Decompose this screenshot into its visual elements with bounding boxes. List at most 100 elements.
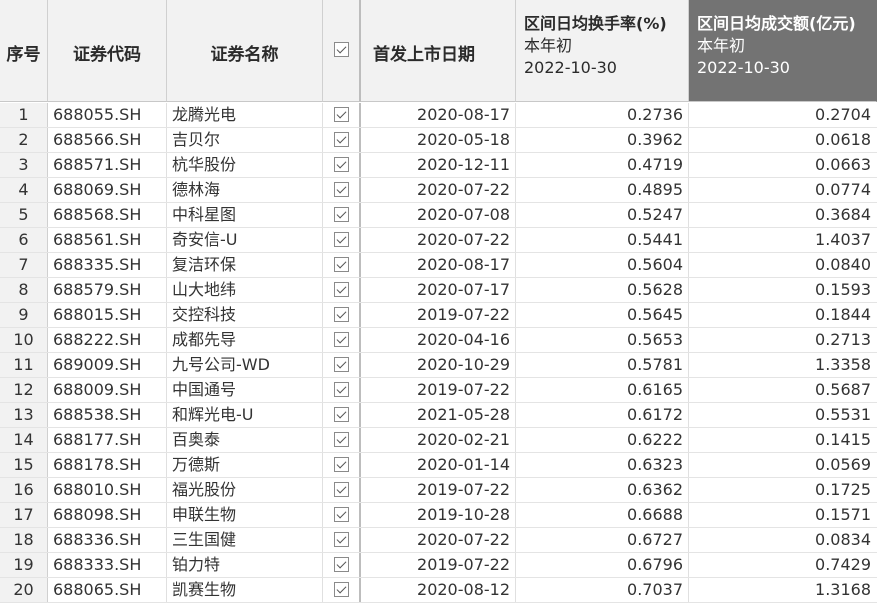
security-name[interactable]: 中科星图 bbox=[167, 203, 323, 227]
security-name[interactable]: 中国通号 bbox=[167, 378, 323, 402]
security-code[interactable]: 688538.SH bbox=[48, 403, 167, 427]
security-code[interactable]: 688010.SH bbox=[48, 478, 167, 502]
security-code[interactable]: 688069.SH bbox=[48, 178, 167, 202]
row-select-cell[interactable] bbox=[323, 228, 361, 252]
header-code[interactable]: 证券代码 bbox=[48, 0, 167, 102]
table-row[interactable]: 5 688568.SH 中科星图 2020-07-08 0.5247 0.3684 bbox=[0, 203, 877, 228]
security-name[interactable]: 凯赛生物 bbox=[167, 578, 323, 602]
security-name[interactable]: 德林海 bbox=[167, 178, 323, 202]
security-code[interactable]: 688098.SH bbox=[48, 503, 167, 527]
row-select-cell[interactable] bbox=[323, 428, 361, 452]
row-select-cell[interactable] bbox=[323, 103, 361, 127]
header-amount[interactable]: 区间日均成交额(亿元) 本年初 2022-10-30 bbox=[689, 0, 877, 102]
security-code[interactable]: 688579.SH bbox=[48, 278, 167, 302]
select-all-checkbox-icon[interactable] bbox=[334, 42, 349, 57]
table-row[interactable]: 9 688015.SH 交控科技 2019-07-22 0.5645 0.1844 bbox=[0, 303, 877, 328]
table-row[interactable]: 16 688010.SH 福光股份 2019-07-22 0.6362 0.1725 bbox=[0, 478, 877, 503]
table-row[interactable]: 20 688065.SH 凯赛生物 2020-08-12 0.7037 1.3168 bbox=[0, 578, 877, 603]
row-select-cell[interactable] bbox=[323, 453, 361, 477]
security-name[interactable]: 山大地纬 bbox=[167, 278, 323, 302]
security-name[interactable]: 交控科技 bbox=[167, 303, 323, 327]
row-select-cell[interactable] bbox=[323, 553, 361, 577]
row-checkbox-icon[interactable] bbox=[334, 357, 349, 372]
row-checkbox-icon[interactable] bbox=[334, 457, 349, 472]
table-row[interactable]: 8 688579.SH 山大地纬 2020-07-17 0.5628 0.1593 bbox=[0, 278, 877, 303]
table-row[interactable]: 2 688566.SH 吉贝尔 2020-05-18 0.3962 0.0618 bbox=[0, 128, 877, 153]
security-name[interactable]: 百奥泰 bbox=[167, 428, 323, 452]
security-code[interactable]: 688065.SH bbox=[48, 578, 167, 602]
security-name[interactable]: 成都先导 bbox=[167, 328, 323, 352]
row-checkbox-icon[interactable] bbox=[334, 557, 349, 572]
security-code[interactable]: 688009.SH bbox=[48, 378, 167, 402]
row-select-cell[interactable] bbox=[323, 328, 361, 352]
row-checkbox-icon[interactable] bbox=[334, 582, 349, 597]
row-select-cell[interactable] bbox=[323, 503, 361, 527]
header-name[interactable]: 证券名称 bbox=[167, 0, 323, 102]
row-checkbox-icon[interactable] bbox=[334, 332, 349, 347]
row-checkbox-icon[interactable] bbox=[334, 282, 349, 297]
security-code[interactable]: 688015.SH bbox=[48, 303, 167, 327]
security-code[interactable]: 688561.SH bbox=[48, 228, 167, 252]
row-checkbox-icon[interactable] bbox=[334, 182, 349, 197]
security-code[interactable]: 688566.SH bbox=[48, 128, 167, 152]
row-select-cell[interactable] bbox=[323, 253, 361, 277]
row-select-cell[interactable] bbox=[323, 128, 361, 152]
row-checkbox-icon[interactable] bbox=[334, 107, 349, 122]
row-checkbox-icon[interactable] bbox=[334, 207, 349, 222]
row-select-cell[interactable] bbox=[323, 353, 361, 377]
security-name[interactable]: 三生国健 bbox=[167, 528, 323, 552]
security-name[interactable]: 申联生物 bbox=[167, 503, 323, 527]
table-row[interactable]: 3 688571.SH 杭华股份 2020-12-11 0.4719 0.0663 bbox=[0, 153, 877, 178]
row-checkbox-icon[interactable] bbox=[334, 232, 349, 247]
table-row[interactable]: 7 688335.SH 复洁环保 2020-08-17 0.5604 0.0840 bbox=[0, 253, 877, 278]
security-code[interactable]: 688335.SH bbox=[48, 253, 167, 277]
table-row[interactable]: 17 688098.SH 申联生物 2019-10-28 0.6688 0.1571 bbox=[0, 503, 877, 528]
security-name[interactable]: 和辉光电-U bbox=[167, 403, 323, 427]
security-name[interactable]: 龙腾光电 bbox=[167, 103, 323, 127]
table-row[interactable]: 10 688222.SH 成都先导 2020-04-16 0.5653 0.2713 bbox=[0, 328, 877, 353]
table-row[interactable]: 15 688178.SH 万德斯 2020-01-14 0.6323 0.0569 bbox=[0, 453, 877, 478]
security-code[interactable]: 688177.SH bbox=[48, 428, 167, 452]
security-name[interactable]: 吉贝尔 bbox=[167, 128, 323, 152]
row-select-cell[interactable] bbox=[323, 528, 361, 552]
header-select-all[interactable] bbox=[323, 0, 361, 102]
header-list-date[interactable]: 首发上市日期 bbox=[361, 0, 516, 102]
row-select-cell[interactable] bbox=[323, 578, 361, 602]
security-code[interactable]: 689009.SH bbox=[48, 353, 167, 377]
row-select-cell[interactable] bbox=[323, 303, 361, 327]
security-code[interactable]: 688055.SH bbox=[48, 103, 167, 127]
row-checkbox-icon[interactable] bbox=[334, 257, 349, 272]
security-name[interactable]: 复洁环保 bbox=[167, 253, 323, 277]
security-code[interactable]: 688333.SH bbox=[48, 553, 167, 577]
security-code[interactable]: 688336.SH bbox=[48, 528, 167, 552]
row-select-cell[interactable] bbox=[323, 178, 361, 202]
security-name[interactable]: 铂力特 bbox=[167, 553, 323, 577]
row-checkbox-icon[interactable] bbox=[334, 307, 349, 322]
security-name[interactable]: 九号公司-WD bbox=[167, 353, 323, 377]
row-select-cell[interactable] bbox=[323, 478, 361, 502]
row-select-cell[interactable] bbox=[323, 278, 361, 302]
header-index[interactable]: 序号 bbox=[0, 0, 48, 102]
security-code[interactable]: 688222.SH bbox=[48, 328, 167, 352]
table-row[interactable]: 6 688561.SH 奇安信-U 2020-07-22 0.5441 1.4037 bbox=[0, 228, 877, 253]
row-checkbox-icon[interactable] bbox=[334, 382, 349, 397]
row-checkbox-icon[interactable] bbox=[334, 407, 349, 422]
row-select-cell[interactable] bbox=[323, 378, 361, 402]
security-name[interactable]: 万德斯 bbox=[167, 453, 323, 477]
table-row[interactable]: 4 688069.SH 德林海 2020-07-22 0.4895 0.0774 bbox=[0, 178, 877, 203]
row-checkbox-icon[interactable] bbox=[334, 482, 349, 497]
row-checkbox-icon[interactable] bbox=[334, 432, 349, 447]
table-row[interactable]: 12 688009.SH 中国通号 2019-07-22 0.6165 0.5687 bbox=[0, 378, 877, 403]
row-checkbox-icon[interactable] bbox=[334, 132, 349, 147]
row-checkbox-icon[interactable] bbox=[334, 507, 349, 522]
table-row[interactable]: 18 688336.SH 三生国健 2020-07-22 0.6727 0.0834 bbox=[0, 528, 877, 553]
table-row[interactable]: 14 688177.SH 百奥泰 2020-02-21 0.6222 0.1415 bbox=[0, 428, 877, 453]
table-row[interactable]: 11 689009.SH 九号公司-WD 2020-10-29 0.5781 1.3358 bbox=[0, 353, 877, 378]
table-row[interactable]: 1 688055.SH 龙腾光电 2020-08-17 0.2736 0.2704 bbox=[0, 103, 877, 128]
security-code[interactable]: 688568.SH bbox=[48, 203, 167, 227]
security-name[interactable]: 杭华股份 bbox=[167, 153, 323, 177]
row-select-cell[interactable] bbox=[323, 203, 361, 227]
table-row[interactable]: 19 688333.SH 铂力特 2019-07-22 0.6796 0.7429 bbox=[0, 553, 877, 578]
row-select-cell[interactable] bbox=[323, 153, 361, 177]
security-name[interactable]: 福光股份 bbox=[167, 478, 323, 502]
